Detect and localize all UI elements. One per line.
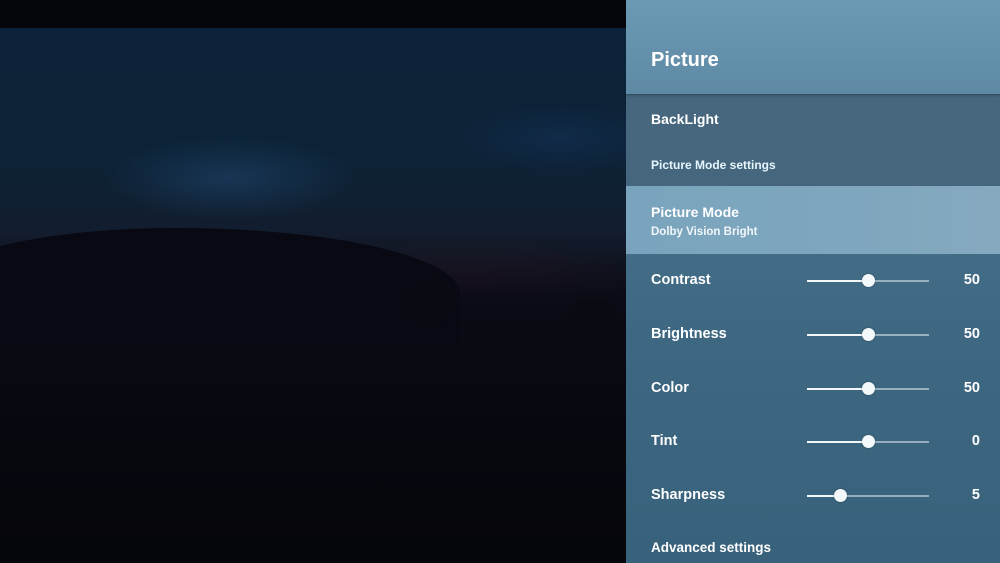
picture-settings-panel: Picture BackLight Picture Mode settings … [626,0,1000,563]
panel-title: Picture [651,49,719,71]
slider-row-contrast[interactable]: Contrast 50 [626,254,1000,308]
slider-value: 5 [971,487,980,503]
slider-thumb[interactable] [862,435,875,448]
slider-value: 50 [963,326,980,342]
slider-label: Sharpness [651,487,726,503]
slider-fill [807,280,868,282]
slider-thumb[interactable] [862,274,875,287]
slider-fill [807,388,868,390]
letterbox-top [0,0,626,28]
section-header-picture-mode-settings: Picture Mode settings [626,143,1000,186]
slider-row-tint[interactable]: Tint 0 [626,415,1000,469]
slider-thumb[interactable] [833,489,847,502]
slider-fill [807,441,868,443]
slider-row-brightness[interactable]: Brightness 50 [626,308,1000,362]
video-background [0,0,626,563]
tv-screen: Picture BackLight Picture Mode settings … [0,0,1000,563]
slider-row-sharpness[interactable]: Sharpness 5 [626,469,1000,523]
slider-track[interactable] [807,435,929,448]
picture-mode-value: Dolby Vision Bright [651,226,758,238]
slider-label: Brightness [651,326,727,342]
slider-label: Tint [651,433,678,449]
slider-track[interactable] [807,274,929,287]
menu-item-backlight[interactable]: BackLight [626,95,1000,143]
advanced-settings-label: Advanced settings [651,540,772,555]
video-tree [420,278,450,303]
video-tree [565,300,620,342]
slider-label: Color [651,380,689,396]
slider-thumb[interactable] [862,382,875,395]
slider-value: 0 [971,433,980,449]
slider-row-color[interactable]: Color 50 [626,362,1000,416]
panel-header: Picture [626,0,1000,95]
letterbox-bottom [0,535,626,563]
slider-value: 50 [963,380,980,396]
picture-mode-label: Picture Mode [651,204,739,220]
slider-fill [807,334,868,336]
slider-label: Contrast [651,272,711,288]
menu-item-advanced-settings[interactable]: Advanced settings [626,530,1000,563]
slider-track[interactable] [807,489,929,502]
slider-track[interactable] [807,382,929,395]
backlight-label: BackLight [651,111,719,127]
slider-value: 50 [963,272,980,288]
picture-mode-settings-label: Picture Mode settings [651,158,776,172]
slider-track[interactable] [807,328,929,341]
slider-thumb[interactable] [862,328,875,341]
menu-item-picture-mode[interactable]: Picture Mode Dolby Vision Bright [626,186,1000,254]
